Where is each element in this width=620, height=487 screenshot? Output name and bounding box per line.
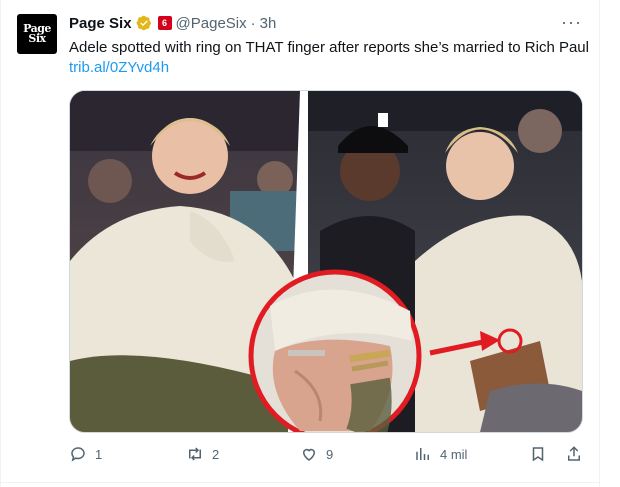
views-count: 4 mil — [440, 446, 468, 462]
tweet-link[interactable]: trib.al/0ZYvd4h — [69, 59, 169, 76]
tweet-text: Adele spotted with ring on THAT finger a… — [69, 38, 589, 78]
left-divider — [0, 0, 1, 487]
tweet-header: Page Six 6 @PageSix · 3h — [69, 13, 276, 33]
views-button[interactable]: 4 mil — [414, 445, 467, 463]
tweet-time[interactable]: 3h — [260, 15, 277, 32]
avatar-text-line2: Six — [28, 32, 46, 45]
reply-icon — [71, 447, 85, 462]
right-divider — [599, 0, 600, 487]
bookmark-icon — [532, 447, 544, 462]
retweet-button[interactable]: 2 — [186, 445, 219, 463]
like-count: 9 — [326, 446, 334, 462]
retweet-count: 2 — [212, 446, 220, 462]
like-icon — [302, 448, 316, 461]
photo-illustration — [70, 91, 582, 432]
author-name[interactable]: Page Six — [69, 15, 132, 32]
more-options-icon[interactable]: ··· — [561, 12, 582, 33]
tweet-actions-bar: 1 2 9 4 mil — [0, 445, 600, 465]
avatar[interactable]: Page Six — [17, 14, 57, 54]
reply-button[interactable]: 1 — [69, 445, 102, 463]
share-button[interactable] — [565, 445, 583, 463]
reply-count: 1 — [95, 446, 103, 462]
share-icon — [568, 446, 580, 461]
verified-badge-icon — [136, 15, 151, 31]
tweet-media-photo[interactable] — [69, 90, 583, 433]
bottom-divider — [0, 482, 600, 483]
views-icon — [416, 448, 429, 460]
affiliate-badge-icon[interactable]: 6 — [157, 16, 172, 30]
author-handle[interactable]: @PageSix — [176, 15, 247, 32]
retweet-icon — [189, 447, 201, 461]
bookmark-button[interactable] — [529, 445, 547, 463]
like-button[interactable]: 9 — [300, 445, 333, 463]
separator-dot: · — [250, 14, 256, 32]
tweet-body: Adele spotted with ring on THAT finger a… — [69, 39, 589, 56]
